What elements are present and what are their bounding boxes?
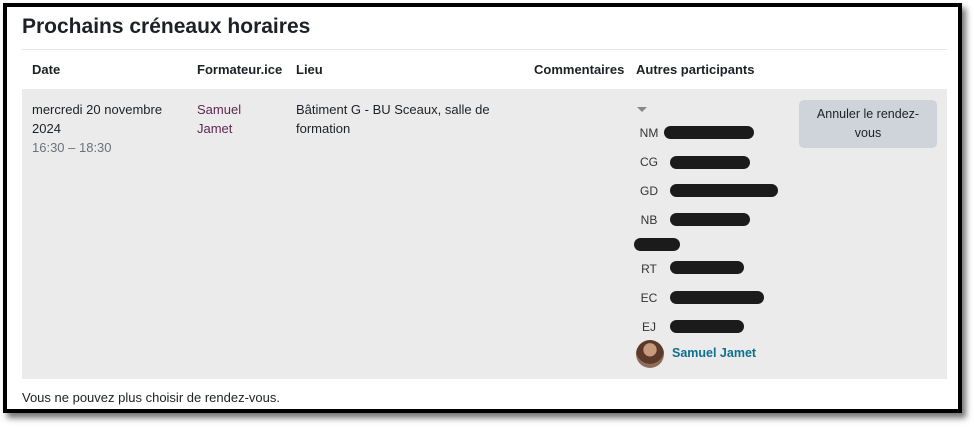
redacted-name xyxy=(634,238,680,251)
date-text-line2: 2024 xyxy=(32,121,61,136)
header-comments: Commentaires xyxy=(534,62,625,77)
participant-initials: NM xyxy=(639,126,659,140)
user-avatar xyxy=(636,340,664,368)
redacted-name xyxy=(670,291,764,304)
cancel-label-line2: vous xyxy=(854,126,882,140)
participant-initials: EC xyxy=(640,291,658,305)
cancel-label-line1: Annuler le rendez- xyxy=(816,107,920,121)
trainer-first-name: Samuel xyxy=(197,102,242,117)
cancel-appointment-button[interactable]: Annuler le rendez- vous xyxy=(799,100,937,148)
redacted-name xyxy=(670,156,750,169)
participant-initials: NB xyxy=(640,213,658,227)
time-range: 16:30 – 18:30 xyxy=(32,140,112,155)
header-place: Lieu xyxy=(296,62,323,77)
participant-initials: GD xyxy=(640,184,658,198)
page-title: Prochains créneaux horaires xyxy=(22,15,311,38)
date-cell: mercredi 20 novembre 2024 16:30 – 18:30 xyxy=(32,100,162,157)
participant-initials: RT xyxy=(641,262,657,276)
trainer-last-name: Jamet xyxy=(197,121,233,136)
slots-table: Date Formateur.ice Lieu Commentaires Aut… xyxy=(22,49,947,379)
redacted-name xyxy=(670,261,744,274)
place-line1: Bâtiment G - BU Sceaux, salle de xyxy=(296,102,490,117)
trainer-link[interactable]: Samuel Jamet xyxy=(197,100,241,138)
date-text-line1: mercredi 20 novembre xyxy=(32,102,163,117)
appointments-panel: Prochains créneaux horaires Date Formate… xyxy=(3,3,962,413)
table-header: Date Formateur.ice Lieu Commentaires Aut… xyxy=(22,49,947,90)
place-cell: Bâtiment G - BU Sceaux, salle de formati… xyxy=(296,100,490,138)
place-line2: formation xyxy=(296,121,351,136)
header-date: Date xyxy=(32,62,61,77)
redacted-name xyxy=(664,126,754,139)
collapse-toggle-icon[interactable] xyxy=(637,107,647,112)
participant-initials: CG xyxy=(640,155,658,169)
redacted-name xyxy=(670,320,744,333)
current-user-link[interactable]: Samuel Jamet xyxy=(672,346,756,360)
footer-message: Vous ne pouvez plus choisir de rendez-vo… xyxy=(22,390,280,405)
header-participants: Autres participants xyxy=(636,62,755,77)
redacted-name xyxy=(670,213,750,226)
participant-initials: EJ xyxy=(641,320,656,334)
table-row: mercredi 20 novembre 2024 16:30 – 18:30 … xyxy=(22,89,947,379)
header-trainer: Formateur.ice xyxy=(197,62,283,77)
redacted-name xyxy=(670,184,778,197)
